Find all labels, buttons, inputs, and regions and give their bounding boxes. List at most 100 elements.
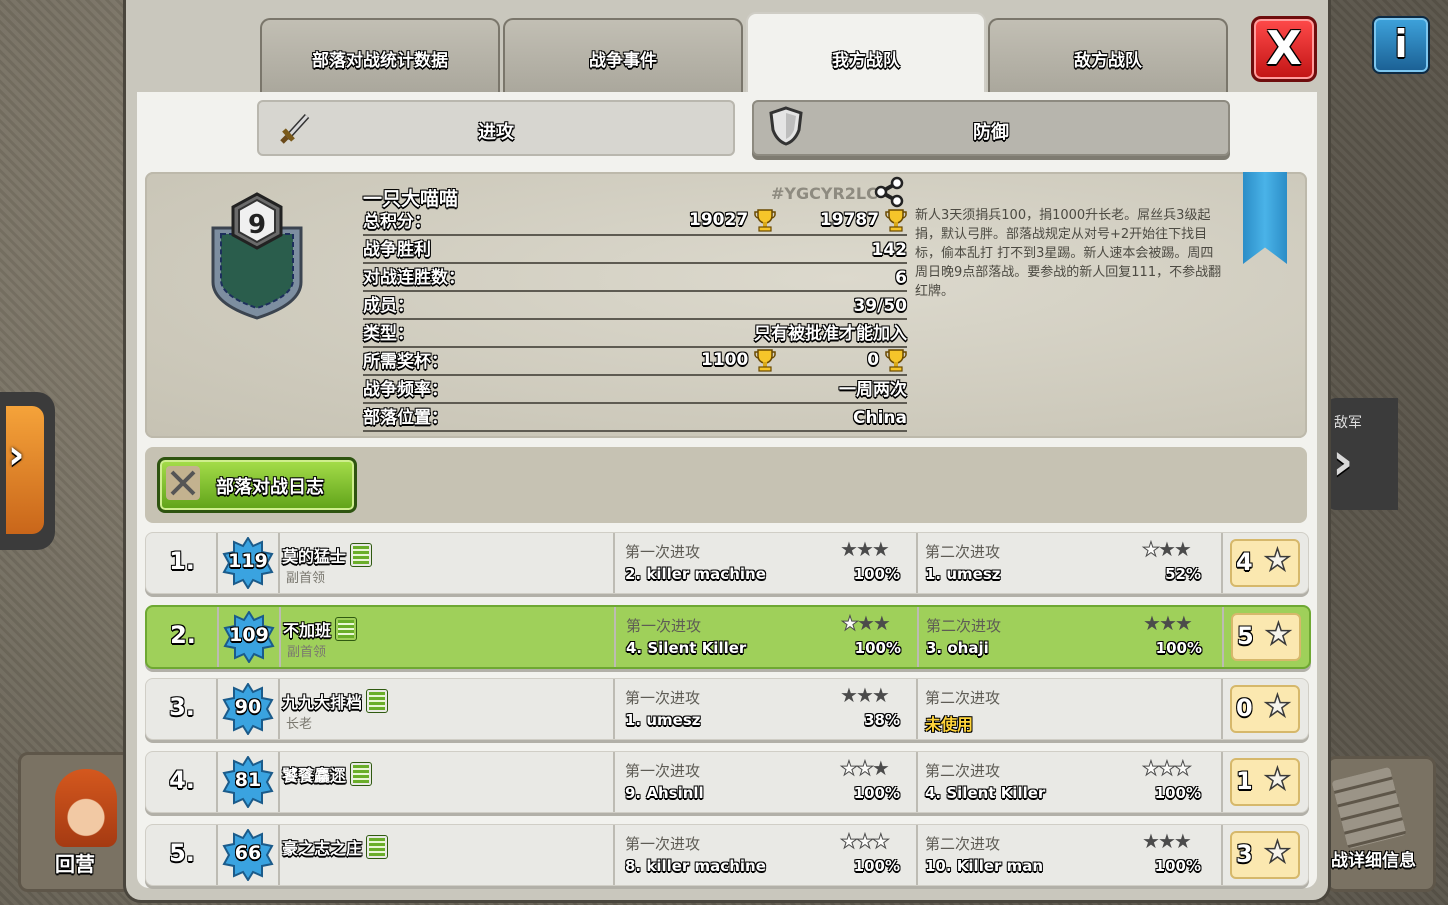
row-label: 类型：: [363, 324, 414, 344]
content-area: 进攻 防御 9 一只大喵喵 #YGCYR2LC 总积分： 19027 19787…: [137, 92, 1317, 888]
star-icon: ★: [1263, 688, 1291, 725]
chat-icon[interactable]: [366, 689, 389, 713]
divider: [278, 825, 280, 885]
clan-tag[interactable]: #YGCYR2LC: [771, 184, 878, 203]
location-value: China: [853, 408, 907, 428]
member-name: 九九大排档: [282, 689, 389, 713]
divider: [1222, 607, 1224, 667]
star-icon: ★: [1263, 761, 1291, 798]
xp-level: 66: [234, 842, 262, 864]
second-attack-target: 3. ohaji: [926, 639, 989, 657]
star-icon: ★: [840, 683, 858, 707]
xp-level-badge: 119: [222, 536, 274, 590]
divider: [613, 533, 615, 593]
xp-level: 81: [234, 769, 262, 791]
tab-bar: 部落对战统计数据 战争事件 我方战队 敌方战队 X: [126, 0, 1328, 98]
tab-label: 我方战队: [832, 51, 900, 71]
chat-icon[interactable]: [350, 762, 373, 786]
enemy-side-button[interactable]: 敌军 ›: [1326, 398, 1398, 510]
attack-subtab[interactable]: 进攻: [257, 100, 735, 156]
tab-war-stats[interactable]: 部落对战统计数据: [260, 18, 500, 96]
first-attack-percent: 100%: [853, 784, 900, 802]
first-attack-title: 第一次进攻: [625, 835, 701, 853]
first-attack-target: 1. umesz: [625, 711, 701, 729]
xp-level-badge: 81: [222, 755, 274, 809]
second-attack-stars: ★★★: [1142, 537, 1192, 562]
bookmark-ribbon-icon[interactable]: [1243, 172, 1287, 264]
xp-level: 109: [229, 624, 269, 646]
second-attack-stars: ★★★: [1143, 611, 1193, 635]
member-row[interactable]: 3. 90 九九大排档 长老 第一次进攻 ★★★ 1. umesz 38% 第二次进攻 未使用 0 ★: [145, 678, 1309, 740]
star-icon: ★: [1157, 829, 1176, 853]
chat-icon[interactable]: [366, 835, 389, 859]
enemy-label: 敌军: [1334, 415, 1362, 431]
row-label: 总积分：: [363, 212, 431, 232]
second-attack-percent: 100%: [1155, 639, 1202, 657]
required-trophies-value: 1100: [701, 348, 776, 372]
tab-enemy-team[interactable]: 敌方战队: [988, 18, 1228, 96]
divider: [916, 679, 918, 739]
divider: [1221, 825, 1223, 885]
divider: [614, 607, 616, 667]
previous-panel-button[interactable]: ›: [0, 392, 55, 550]
star-icon: ★: [840, 829, 859, 854]
member-row[interactable]: 4. 81 饕餮麤遝 第一次进攻 ★★★ 9. Ahsinll 100% 第二次进攻 ★★★ 4.…: [145, 751, 1309, 813]
star-icon: ★: [1158, 611, 1177, 635]
member-row[interactable]: 5. 66 豪之志之庄 第一次进攻 ★★★ 8. killer machine 100% 第二…: [145, 824, 1309, 886]
info-button[interactable]: i: [1372, 16, 1430, 74]
war-details-button[interactable]: 战详细信息: [1326, 756, 1436, 892]
total-stars: 4: [1236, 548, 1253, 576]
return-home-button[interactable]: 回营: [18, 752, 132, 892]
first-attack-title: 第一次进攻: [625, 689, 701, 707]
second-attack-percent: 52%: [1165, 565, 1201, 583]
member-role: 副首领: [286, 571, 326, 586]
war-wins-row: 战争胜利 142: [363, 236, 907, 264]
second-attack-stars: ★★★: [1142, 756, 1193, 781]
divider: [916, 752, 918, 812]
versus-trophy-icon: [885, 209, 907, 232]
divider: [613, 825, 615, 885]
tab-war-events[interactable]: 战争事件: [503, 18, 743, 96]
first-attack-percent: 38%: [864, 711, 900, 729]
type-value: 只有被批准才能加入: [754, 324, 907, 344]
close-button[interactable]: X: [1251, 16, 1317, 82]
total-stars-box: 5 ★: [1231, 613, 1301, 661]
star-icon: ★: [856, 611, 875, 635]
xp-level-badge: 66: [222, 828, 274, 882]
tab-label: 敌方战队: [1074, 51, 1142, 71]
war-log-button[interactable]: 部落对战日志: [157, 457, 357, 513]
second-attack-target: 1. umesz: [925, 565, 1001, 583]
star-icon: ★: [1173, 537, 1192, 561]
tab-my-team[interactable]: 我方战队: [746, 12, 986, 98]
share-icon[interactable]: [873, 176, 905, 208]
first-attack-target: 4. Silent Killer: [626, 639, 747, 657]
war-log-label: 部落对战日志: [216, 477, 324, 498]
close-icon: X: [1266, 21, 1302, 75]
second-attack-percent: 100%: [1154, 784, 1201, 802]
xp-level-badge: 90: [222, 682, 274, 736]
chat-icon[interactable]: [335, 617, 358, 641]
star-icon: ★: [855, 537, 874, 561]
members-row: 成员： 39/50: [363, 292, 907, 320]
chat-icon[interactable]: [350, 543, 373, 567]
divider: [613, 679, 615, 739]
member-rank: 4.: [169, 766, 195, 794]
row-label: 成员：: [363, 296, 414, 316]
divider: [216, 679, 218, 739]
star-icon: ★: [855, 756, 874, 781]
war-frequency-value: 一周两次: [839, 380, 907, 400]
divider: [916, 533, 918, 593]
members-value: 39/50: [853, 296, 907, 316]
divider: [216, 825, 218, 885]
second-attack-target: 10. Killer man: [925, 857, 1044, 875]
return-label: 回营: [55, 852, 95, 876]
first-attack-percent: 100%: [854, 639, 901, 657]
defense-subtab[interactable]: 防御: [752, 100, 1230, 156]
chevron-right-icon: ›: [8, 432, 25, 478]
first-attack-stars: ★★★: [840, 756, 890, 781]
second-attack-percent: 100%: [1154, 857, 1201, 875]
star-icon: ★: [1263, 542, 1291, 579]
versus-trophy-icon: [885, 349, 907, 372]
member-row[interactable]: 1. 119 莫的猛士 副首领 第一次进攻 ★★★ 2. killer machine 100…: [145, 532, 1309, 594]
member-row[interactable]: 2. 109 不加班 副首领 第一次进攻 ★★★ 4. Silent Killer 100% 第…: [145, 605, 1311, 669]
